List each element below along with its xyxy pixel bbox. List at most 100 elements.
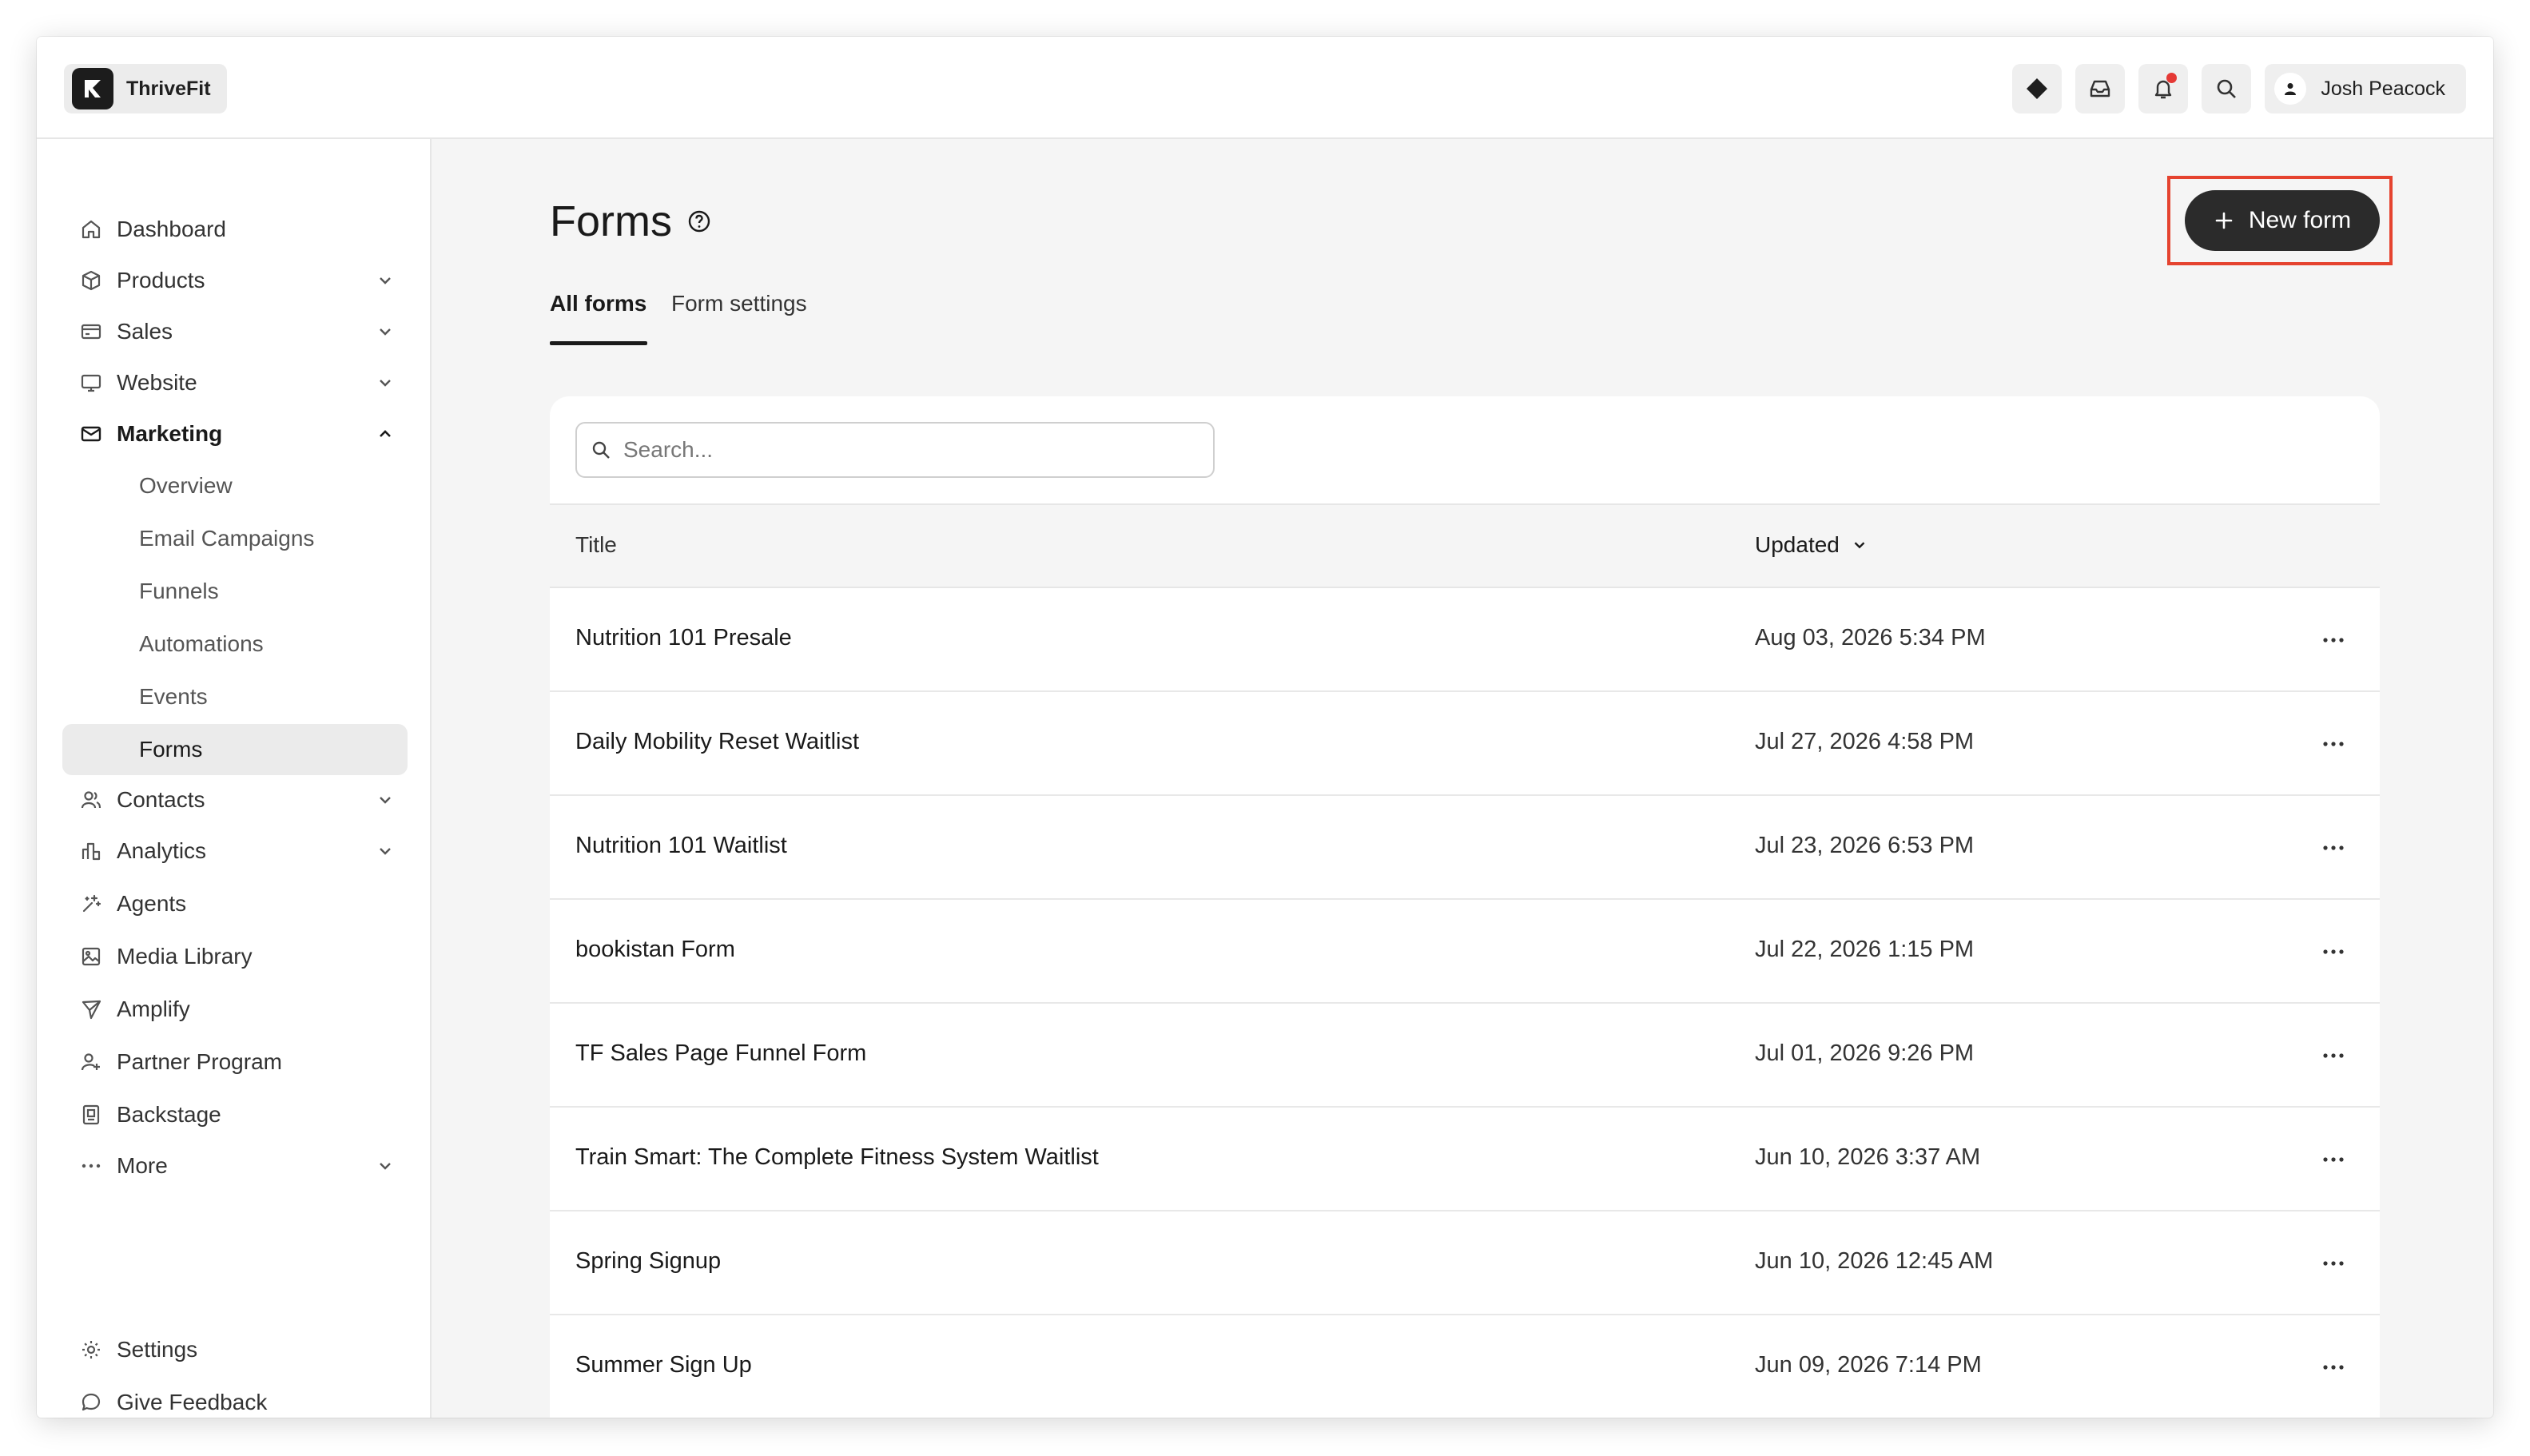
user-menu-button[interactable]: Josh Peacock: [2265, 64, 2466, 113]
form-updated-date: Jul 27, 2026 4:58 PM: [1755, 729, 1975, 754]
column-header-updated[interactable]: Updated: [1755, 532, 1868, 558]
sidebar-item-marketing[interactable]: Marketing: [62, 409, 408, 459]
sidebar-item-sales[interactable]: Sales: [62, 307, 408, 356]
diamond-icon: [2027, 78, 2048, 99]
table-row[interactable]: Train Smart: The Complete Fitness System…: [550, 1108, 2380, 1211]
sidebar-item-label: Dashboard: [117, 217, 226, 241]
row-actions-button[interactable]: [2319, 1044, 2348, 1068]
new-form-button[interactable]: New form: [2185, 190, 2380, 251]
table-row[interactable]: bookistan Form Jul 22, 2026 1:15 PM: [550, 900, 2380, 1004]
sidebar: Dashboard Products Sales Website Marketi…: [37, 139, 432, 1418]
notification-dot: [2166, 73, 2178, 83]
sidebar-subitem-overview[interactable]: Overview: [62, 460, 408, 511]
gear-icon: [78, 1337, 104, 1363]
sidebar-subitem-events[interactable]: Events: [62, 671, 408, 722]
sidebar-item-label: Website: [117, 370, 197, 395]
brand-switcher[interactable]: ThriveFit: [64, 64, 227, 113]
sidebar-item-website[interactable]: Website: [62, 358, 408, 408]
row-actions-button[interactable]: [2319, 1355, 2348, 1379]
monitor-icon: [78, 370, 104, 396]
user-name: Josh Peacock: [2321, 77, 2445, 100]
notifications-button[interactable]: [2138, 64, 2189, 113]
more-horizontal-icon: [2323, 845, 2344, 850]
form-updated-date: Jun 10, 2026 12:45 AM: [1755, 1248, 1994, 1274]
inbox-button[interactable]: [2075, 64, 2126, 113]
sidebar-item-label: Partner Program: [117, 1049, 282, 1074]
diamond-button[interactable]: [2012, 64, 2063, 113]
form-title[interactable]: Summer Sign Up: [575, 1352, 752, 1378]
credit-card-icon: [78, 319, 104, 344]
sidebar-item-settings[interactable]: Settings: [62, 1325, 408, 1374]
sidebar-subitem-forms[interactable]: Forms: [62, 724, 408, 775]
chevron-down-icon: [380, 797, 391, 804]
sidebar-item-label: Contacts: [117, 787, 205, 812]
new-form-label: New form: [2248, 207, 2352, 233]
row-actions-button[interactable]: [2319, 628, 2348, 652]
sidebar-item-backstage[interactable]: Backstage: [62, 1090, 408, 1140]
form-title[interactable]: bookistan Form: [575, 937, 735, 963]
table-row[interactable]: Nutrition 101 Presale Aug 03, 2026 5:34 P…: [550, 588, 2380, 692]
table-row[interactable]: Daily Mobility Reset Waitlist Jul 27, 202…: [550, 692, 2380, 796]
more-horizontal-icon: [2323, 949, 2344, 954]
page-title: Forms: [550, 197, 672, 245]
row-actions-button[interactable]: [2319, 940, 2348, 964]
topbar: ThriveFit Josh Peacock: [37, 37, 2493, 139]
chat-bubble-icon: [78, 1390, 104, 1415]
form-title[interactable]: TF Sales Page Funnel Form: [575, 1040, 866, 1067]
sidebar-item-give-feedback[interactable]: Give Feedback: [62, 1378, 408, 1418]
help-circle-icon[interactable]: [686, 209, 712, 234]
row-actions-button[interactable]: [2319, 1251, 2348, 1275]
form-title[interactable]: Train Smart: The Complete Fitness System…: [575, 1144, 1099, 1171]
chevron-down-icon: [380, 328, 391, 336]
form-title[interactable]: Daily Mobility Reset Waitlist: [575, 729, 859, 755]
backstage-icon: [78, 1102, 104, 1128]
sidebar-item-contacts[interactable]: Contacts: [62, 775, 408, 825]
sidebar-subitem-funnels[interactable]: Funnels: [62, 566, 408, 617]
sidebar-subitem-email-campaigns[interactable]: Email Campaigns: [62, 513, 408, 564]
form-title[interactable]: Nutrition 101 Waitlist: [575, 833, 787, 859]
search-field[interactable]: [575, 422, 1215, 478]
app-window: ThriveFit Josh Peacock Dashboard Product…: [37, 37, 2493, 1418]
row-actions-button[interactable]: [2319, 732, 2348, 756]
sidebar-subitem-label: Forms: [139, 737, 203, 762]
tab-all-forms[interactable]: All forms: [550, 289, 647, 345]
table-row[interactable]: TF Sales Page Funnel Form Jul 01, 2026 9:…: [550, 1004, 2380, 1108]
table-header: Title Updated: [550, 503, 2380, 588]
form-title[interactable]: Nutrition 101 Presale: [575, 625, 792, 651]
form-updated-date: Aug 03, 2026 5:34 PM: [1755, 625, 1986, 650]
row-actions-button[interactable]: [2319, 836, 2348, 860]
form-updated-date: Jun 09, 2026 7:14 PM: [1755, 1352, 1982, 1378]
sidebar-item-analytics[interactable]: Analytics: [62, 826, 408, 876]
search-icon: [592, 441, 610, 459]
sidebar-subitem-label: Automations: [139, 631, 264, 656]
table-row[interactable]: Spring Signup Jun 10, 2026 12:45 AM: [550, 1211, 2380, 1315]
search-button[interactable]: [2202, 64, 2252, 113]
search-input[interactable]: [623, 437, 1213, 463]
mail-icon: [78, 421, 104, 447]
sidebar-item-more[interactable]: More: [62, 1141, 408, 1191]
table-row[interactable]: Summer Sign Up Jun 09, 2026 7:14 PM: [550, 1315, 2380, 1418]
sidebar-item-products[interactable]: Products: [62, 256, 408, 305]
sidebar-item-agents[interactable]: Agents: [62, 879, 408, 929]
table-row[interactable]: Nutrition 101 Waitlist Jul 23, 2026 6:53 …: [550, 796, 2380, 900]
image-icon: [78, 944, 104, 969]
form-title[interactable]: Spring Signup: [575, 1248, 721, 1275]
page-header: Forms: [550, 197, 712, 246]
form-updated-date: Jul 01, 2026 9:26 PM: [1755, 1040, 1975, 1066]
sidebar-item-media-library[interactable]: Media Library: [62, 932, 408, 981]
row-actions-button[interactable]: [2319, 1148, 2348, 1172]
sidebar-item-label: Products: [117, 268, 205, 292]
sidebar-item-partner-program[interactable]: Partner Program: [62, 1037, 408, 1087]
sidebar-item-dashboard[interactable]: Dashboard: [62, 205, 408, 254]
more-horizontal-icon: [2323, 638, 2344, 642]
sidebar-item-label: Backstage: [117, 1102, 221, 1127]
users-icon: [78, 787, 104, 813]
sidebar-item-amplify[interactable]: Amplify: [62, 985, 408, 1034]
sidebar-subitem-automations[interactable]: Automations: [62, 619, 408, 670]
paper-plane-icon: [78, 997, 104, 1022]
tab-form-settings[interactable]: Form settings: [671, 289, 807, 345]
inbox-icon: [2090, 80, 2110, 97]
form-updated-date: Jul 23, 2026 6:53 PM: [1755, 833, 1975, 858]
sidebar-item-label: More: [117, 1153, 168, 1178]
column-header-title[interactable]: Title: [575, 532, 617, 558]
